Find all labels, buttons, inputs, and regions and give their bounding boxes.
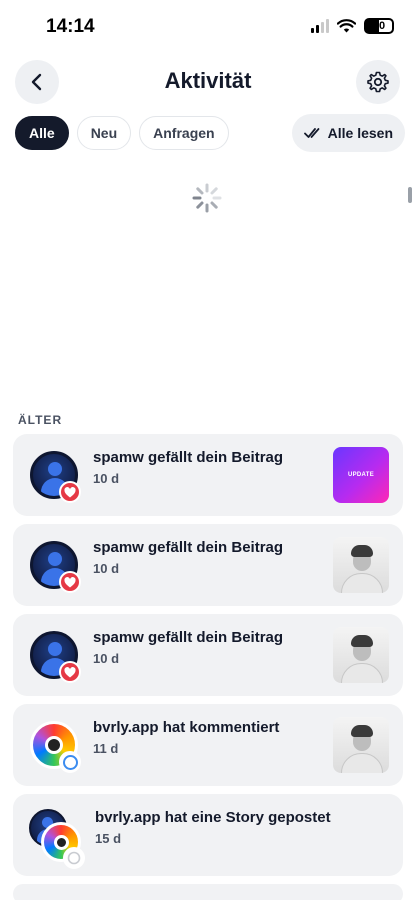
comment-icon [59, 751, 81, 773]
notification-item-partial[interactable] [13, 884, 403, 900]
notification-title: spamw gefällt dein Beitrag [93, 629, 284, 646]
battery-icon: 50 [364, 18, 394, 34]
notification-list: spamw gefällt dein Beitrag 10 d UPDATE s… [13, 434, 403, 900]
section-label-older: ÄLTER [18, 413, 63, 427]
notification-title: spamw gefällt dein Beitrag [93, 539, 284, 556]
double-check-icon [303, 128, 320, 138]
notification-title: spamw gefällt dein Beitrag [93, 449, 284, 466]
post-thumbnail[interactable]: UPDATE [333, 447, 389, 503]
post-thumbnail[interactable] [333, 537, 389, 593]
header: Aktivität [0, 58, 416, 106]
tab-alle[interactable]: Alle [15, 116, 69, 150]
notification-time: 15 d [95, 831, 122, 846]
filter-tabs: Alle Neu Anfragen [15, 116, 229, 150]
notification-item[interactable]: spamw gefällt dein Beitrag 10 d UPDATE [13, 434, 403, 516]
status-bar: 14:14 50 [0, 0, 416, 56]
heart-icon [59, 481, 81, 503]
tab-anfragen[interactable]: Anfragen [139, 116, 229, 150]
heart-icon [59, 661, 81, 683]
notification-item[interactable]: spamw gefällt dein Beitrag 10 d [13, 524, 403, 606]
notification-title: bvrly.app hat eine Story gepostet [95, 809, 331, 826]
status-time: 14:14 [46, 16, 95, 37]
page-title: Aktivität [164, 68, 252, 93]
heart-icon [59, 571, 81, 593]
wifi-icon [337, 19, 356, 33]
notification-item[interactable]: bvrly.app hat kommentiert 11 d [13, 704, 403, 786]
loading-spinner-icon [192, 183, 222, 213]
notification-time: 10 d [93, 471, 120, 486]
notification-item[interactable]: spamw gefällt dein Beitrag 10 d [13, 614, 403, 696]
notification-time: 10 d [93, 651, 120, 666]
gear-icon [367, 71, 389, 93]
notification-title: bvrly.app hat kommentiert [93, 719, 280, 736]
settings-button[interactable] [356, 60, 400, 104]
battery-level: 50 [372, 20, 386, 32]
tab-neu[interactable]: Neu [76, 116, 132, 150]
notification-item[interactable]: bvrly.app hat eine Story gepostet 15 d [13, 794, 403, 876]
notification-time: 11 d [93, 741, 119, 756]
story-icon [63, 847, 85, 869]
post-thumbnail[interactable] [333, 717, 389, 773]
scrollbar[interactable] [408, 187, 412, 203]
thumbnail-text: UPDATE [347, 472, 375, 478]
status-icons: 50 [311, 18, 394, 34]
mark-all-read-button[interactable]: Alle lesen [291, 114, 405, 152]
notification-time: 10 d [93, 561, 120, 576]
mark-all-read-label: Alle lesen [327, 125, 393, 141]
post-thumbnail[interactable] [333, 627, 389, 683]
cellular-signal-icon [311, 19, 329, 33]
